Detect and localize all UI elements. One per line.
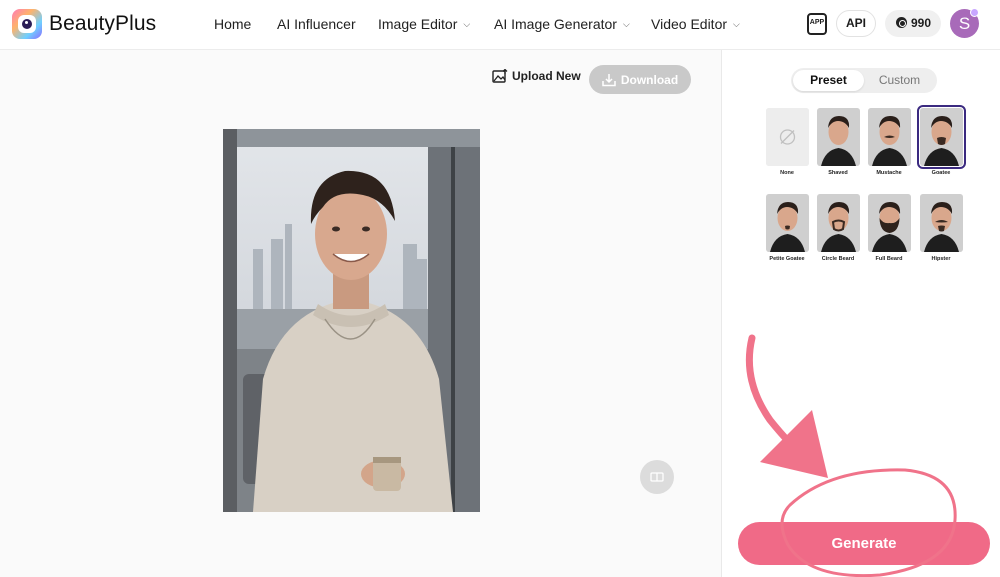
compare-button[interactable] [640, 460, 674, 494]
nav-video-editor-label: Video Editor [651, 16, 728, 32]
style-hipster[interactable] [920, 194, 963, 252]
style-shaved[interactable] [817, 108, 860, 166]
download-button[interactable]: Download [589, 65, 691, 94]
style-none[interactable] [766, 108, 809, 166]
mode-toggle: Preset Custom [791, 68, 937, 93]
tab-custom[interactable]: Custom [864, 70, 935, 91]
upload-new-button[interactable]: Upload New [492, 69, 581, 83]
avatar-badge [970, 8, 979, 17]
logo-icon[interactable] [12, 9, 42, 39]
mustache-face-thumb [868, 108, 911, 166]
style-goatee-label: Goatee [931, 170, 951, 176]
credits-badge[interactable]: 990 [885, 10, 941, 37]
goatee-face-thumb [920, 108, 963, 166]
style-mustache-label: Mustache [876, 170, 902, 176]
shaved-face-thumb [817, 108, 860, 166]
coin-icon [896, 17, 907, 28]
brand-name[interactable]: BeautyPlus [49, 12, 156, 36]
credits-value: 990 [911, 16, 932, 30]
style-mustache[interactable] [868, 108, 911, 166]
compare-icon [650, 472, 664, 482]
circle-beard-face-thumb [817, 194, 860, 252]
nav-ai-influencer-label: AI Influencer [277, 16, 356, 32]
app-icon[interactable]: APP [807, 13, 827, 35]
download-label: Download [620, 72, 679, 87]
nav-image-editor[interactable]: Image Editor ⌵ [378, 16, 470, 32]
style-petite-goatee[interactable] [766, 194, 809, 252]
api-button[interactable]: API [836, 10, 876, 37]
hipster-face-thumb [920, 194, 963, 252]
nav-image-editor-label: Image Editor [378, 16, 458, 32]
chevron-down-icon: ⌵ [622, 19, 630, 29]
nav-ai-influencer[interactable]: AI Influencer [277, 16, 356, 32]
style-circle-beard[interactable] [817, 194, 860, 252]
style-goatee[interactable] [917, 105, 966, 169]
tab-preset[interactable]: Preset [793, 70, 864, 91]
style-full-beard-label: Full Beard [875, 256, 903, 262]
top-bar: BeautyPlus Home AI Influencer Image Edit… [0, 0, 1000, 50]
upload-new-label: Upload New [512, 69, 581, 83]
full-beard-face-thumb [868, 194, 911, 252]
nav-ai-image-generator[interactable]: AI Image Generator ⌵ [494, 16, 630, 32]
style-hipster-label: Hipster [931, 256, 951, 262]
chevron-down-icon: ⌵ [733, 19, 740, 29]
image-upload-icon [492, 69, 508, 83]
chevron-down-icon: ⌵ [463, 19, 471, 29]
generate-button[interactable]: Generate [738, 522, 990, 565]
petite-goatee-face-thumb [766, 194, 809, 252]
nav-video-editor[interactable]: Video Editor ⌵ [651, 16, 740, 32]
style-full-beard[interactable] [868, 194, 911, 252]
download-icon [602, 73, 616, 86]
nav-home-label: Home [214, 16, 252, 32]
nav-ai-image-generator-label: AI Image Generator [494, 16, 617, 32]
preview-photo [223, 129, 480, 512]
no-style-icon [766, 108, 809, 166]
nav-home[interactable]: Home [214, 16, 251, 32]
